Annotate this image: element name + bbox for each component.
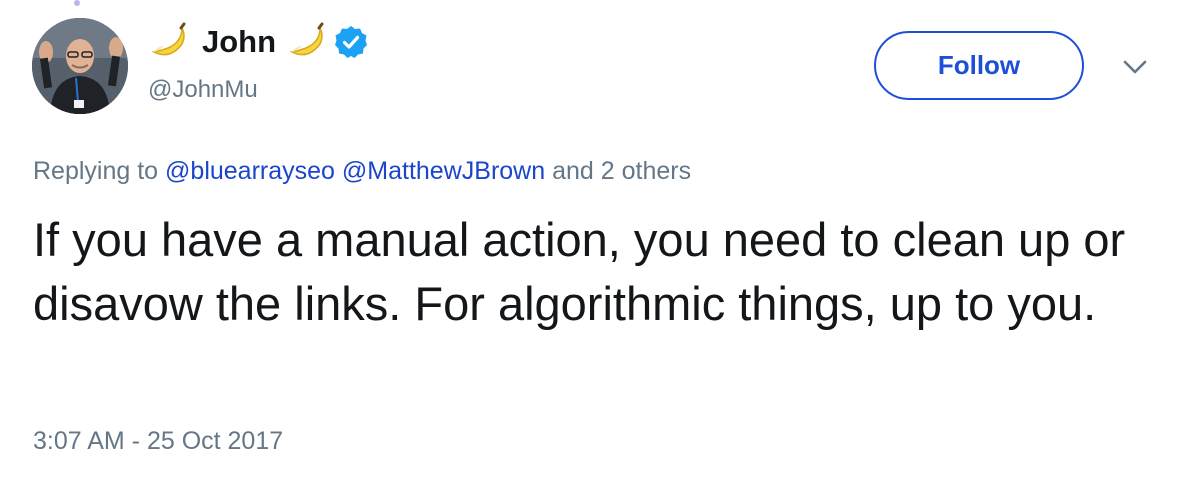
tweet-card: John @JohnMu Follow Replying to @bluearr… bbox=[0, 0, 1202, 480]
follow-button[interactable]: Follow bbox=[874, 31, 1084, 100]
avatar[interactable] bbox=[32, 18, 128, 114]
banana-icon bbox=[286, 20, 330, 64]
author-name-row[interactable]: John bbox=[148, 20, 368, 64]
thread-connector bbox=[74, 0, 80, 6]
chevron-down-icon[interactable] bbox=[1122, 58, 1148, 76]
reply-others-link[interactable]: and 2 others bbox=[552, 157, 691, 185]
avatar-photo bbox=[32, 18, 128, 114]
tweet-text: If you have a manual action, you need to… bbox=[33, 213, 1126, 330]
mention-link[interactable]: @MatthewJBrown bbox=[342, 157, 545, 185]
reply-prefix: Replying to bbox=[33, 157, 159, 185]
tweet-timestamp[interactable]: 3:07 AM - 25 Oct 2017 bbox=[33, 424, 283, 458]
display-name[interactable]: John bbox=[202, 20, 276, 64]
verified-badge-icon bbox=[334, 25, 368, 59]
author-handle[interactable]: @JohnMu bbox=[148, 74, 258, 106]
mention-link[interactable]: @bluearrayseo bbox=[165, 157, 335, 185]
banana-icon bbox=[148, 20, 192, 64]
reply-context: Replying to @bluearrayseo @MatthewJBrown… bbox=[33, 154, 691, 188]
